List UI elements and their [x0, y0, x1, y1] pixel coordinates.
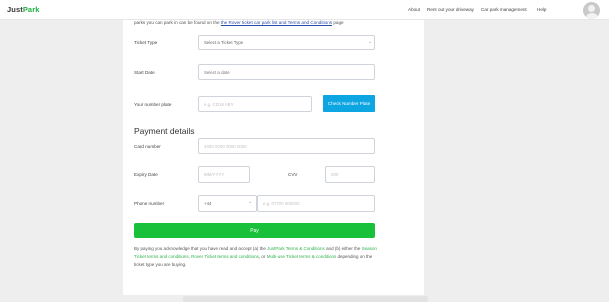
expiry-date-label: Expiry Date	[134, 172, 158, 177]
avatar-body-shape	[585, 13, 598, 19]
start-date-label: Start Date	[134, 70, 155, 75]
logo-park: Park	[22, 5, 40, 14]
check-number-plate-button[interactable]: Check Number Plate	[323, 95, 375, 112]
expiry-date-placeholder: MM/YYYY	[204, 172, 225, 177]
user-avatar[interactable]	[583, 2, 600, 19]
phone-number-placeholder: e.g. 07700 900000	[263, 201, 300, 206]
payment-details-title: Payment details	[134, 126, 195, 136]
start-date-input[interactable]: Select a date	[198, 64, 375, 80]
cvv-input[interactable]: 000	[325, 166, 375, 183]
logo-just: Just	[7, 5, 23, 14]
number-plate-placeholder: e.g. CD18 ABY	[204, 101, 234, 107]
ticket-type-select[interactable]: Select a Ticket Type	[198, 35, 375, 50]
chevron-down-icon: ⌄	[368, 39, 373, 45]
nav-about[interactable]: About	[408, 7, 420, 12]
terms-text-2: and (b) either the	[326, 246, 361, 251]
ticket-type-label: Ticket Type	[134, 40, 158, 45]
rover-ticket-terms-link[interactable]: Rover Ticket terms and conditions	[191, 254, 259, 259]
avatar-head-shape	[588, 5, 595, 12]
terms-text-3: ,	[188, 254, 190, 259]
card-number-input[interactable]: 4000 0000 0000 0000	[198, 138, 375, 154]
top-navigation-bar: JustPark About Rent out your driveway Ca…	[0, 0, 609, 20]
chevron-down-icon: ⌄	[248, 199, 253, 205]
pay-button[interactable]: Pay	[134, 223, 375, 238]
card-number-label: Card number	[134, 144, 161, 149]
number-plate-label: Your number plate	[134, 102, 172, 107]
expiry-date-input[interactable]: MM/YYYY	[198, 166, 250, 183]
nav-car-park-management[interactable]: Car park management	[481, 7, 527, 12]
terms-text-1: By paying you acknowledge that you have …	[134, 246, 266, 251]
cvv-label: CVV	[288, 172, 298, 177]
intro-text-after: page	[333, 20, 344, 25]
ticket-type-value: Select a Ticket Type	[204, 40, 244, 45]
justpark-terms-link[interactable]: JustPark Terms & Conditions	[267, 246, 325, 251]
intro-text: parks you can park in can be found on th…	[134, 20, 344, 25]
phone-number-input[interactable]: e.g. 07700 900000	[257, 195, 375, 212]
page-bottom-strip	[183, 296, 428, 302]
rover-terms-link[interactable]: the Rover ticket car park list and Terms…	[221, 20, 332, 25]
terms-acknowledgement-text: By paying you acknowledge that you have …	[134, 245, 384, 269]
multi-use-ticket-terms-link[interactable]: Multi-use Ticket terms & conditions	[267, 254, 337, 259]
terms-text-4: , or	[258, 254, 266, 259]
justpark-logo[interactable]: JustPark	[7, 5, 40, 14]
nav-help[interactable]: Help	[537, 7, 546, 12]
intro-text-before: parks you can park in can be found on th…	[134, 20, 220, 25]
start-date-placeholder: Select a date	[204, 69, 230, 75]
nav-rent-out-driveway[interactable]: Rent out your driveway	[427, 7, 474, 12]
phone-country-code: +44	[204, 201, 212, 206]
card-number-placeholder: 4000 0000 0000 0000	[204, 143, 247, 149]
phone-number-label: Phone number	[134, 201, 165, 206]
cvv-placeholder: 000	[331, 172, 339, 177]
number-plate-input[interactable]: e.g. CD18 ABY	[198, 96, 312, 112]
